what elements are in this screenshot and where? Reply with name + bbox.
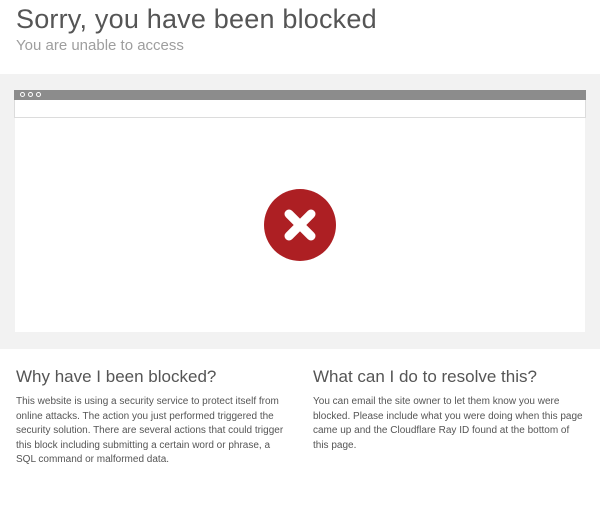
why-blocked-heading: Why have I been blocked? [16, 367, 287, 387]
illustration-area [0, 74, 600, 349]
resolve-body: You can email the site owner to let them… [313, 395, 584, 453]
browser-mock-body [14, 118, 586, 333]
window-dot-icon [36, 92, 41, 97]
header: Sorry, you have been blocked You are una… [0, 0, 600, 64]
page: Sorry, you have been blocked You are una… [0, 0, 600, 478]
browser-mock-titlebar [14, 90, 586, 100]
browser-mock [14, 90, 586, 333]
page-subtitle: You are unable to access [16, 37, 584, 54]
resolve-column: What can I do to resolve this? You can e… [313, 367, 584, 468]
info-columns: Why have I been blocked? This website is… [0, 349, 600, 478]
page-title: Sorry, you have been blocked [16, 4, 584, 35]
why-blocked-column: Why have I been blocked? This website is… [16, 367, 287, 468]
why-blocked-body: This website is using a security service… [16, 395, 287, 468]
window-dot-icon [20, 92, 25, 97]
spacer [14, 333, 586, 347]
browser-mock-addressbar [14, 100, 586, 118]
window-dot-icon [28, 92, 33, 97]
resolve-heading: What can I do to resolve this? [313, 367, 584, 387]
error-x-circle-icon [264, 189, 336, 261]
window-control-dots [20, 92, 41, 97]
